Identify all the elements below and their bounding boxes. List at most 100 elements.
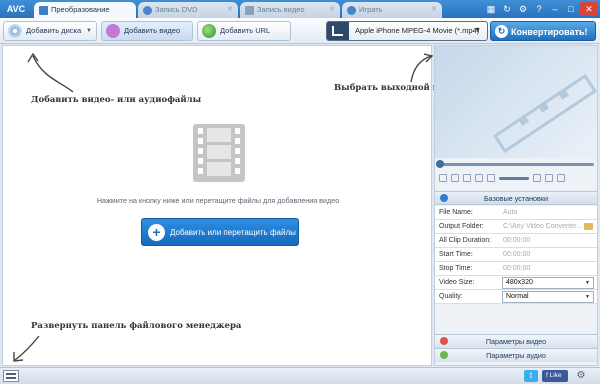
tab-convert[interactable]: Преобразование [34, 2, 136, 18]
profile-label: Apple iPhone MPEG-4 Movie (*.mp4) [355, 26, 480, 35]
play-icon [347, 6, 356, 15]
next-icon[interactable] [475, 174, 483, 182]
output-folder-value[interactable]: C:\Any Video Converter... [503, 220, 583, 234]
audio-params-label: Параметры аудио [486, 351, 546, 360]
setting-file-name: File Name: Auto [435, 206, 597, 220]
chevron-down-icon[interactable]: ▼ [474, 22, 481, 40]
tab-play[interactable]: Играть ✕ [342, 2, 442, 18]
profile-icon [327, 22, 349, 40]
status-bar: t f Like ⚙ [0, 367, 600, 384]
help-icon[interactable]: ? [532, 2, 546, 16]
add-video-button[interactable]: Добавить видео [101, 21, 193, 41]
file-manager-toggle[interactable] [3, 370, 19, 382]
tab-close-icon[interactable]: ✕ [329, 2, 335, 18]
video-size-select[interactable]: 480x320 ▼ [502, 277, 594, 289]
stop-icon[interactable] [451, 174, 459, 182]
basic-settings-header[interactable]: Базовые установки [435, 191, 597, 205]
setting-label: All Clip Duration: [439, 237, 492, 244]
hint-arrow-icon [410, 53, 434, 83]
quality-select[interactable]: Normal ▼ [502, 291, 594, 303]
hint-arrow-icon [27, 52, 74, 93]
duration-value: 00:00:00 [503, 237, 531, 244]
grid-icon[interactable]: ▦ [484, 2, 498, 16]
snapshot-icon[interactable] [533, 174, 541, 182]
tab-record[interactable]: Запись видео ✕ [240, 2, 340, 18]
start-time-value[interactable]: 00:00:00 [503, 248, 593, 262]
setting-all-clip-duration: All Clip Duration: 00:00:00 [435, 234, 597, 248]
tab-dvd[interactable]: Запись DVD ✕ [138, 2, 238, 18]
setting-label: Video Size: [439, 279, 475, 286]
basic-settings-label: Базовые установки [483, 194, 549, 203]
toolbar: Добавить диска ▼ Добавить видео Добавить… [0, 18, 600, 44]
video-params-label: Параметры видео [485, 337, 547, 346]
add-video-icon [106, 24, 120, 38]
disc-icon [8, 24, 22, 38]
file-list-area[interactable]: Добавить видео- или аудиофайлы Выбрать в… [2, 45, 570, 366]
record-icon [245, 6, 254, 15]
volume-icon[interactable] [487, 174, 495, 182]
volume-slider[interactable] [499, 176, 529, 180]
video-preview [435, 46, 597, 158]
add-files-label: Добавить или перетащить файлы [170, 228, 296, 237]
drop-instructions: Нажмите на кнопку ниже или перетащите фа… [96, 196, 340, 205]
hint-add-files: Добавить видео- или аудиофайлы [31, 95, 202, 105]
add-url-label: Добавить URL [220, 26, 271, 35]
chevron-down-icon[interactable]: ▼ [585, 278, 590, 288]
player-controls [435, 171, 597, 185]
window-controls: ▦ ↻ ⚙ ? – □ ✕ [484, 2, 598, 16]
folder-icon[interactable] [545, 174, 553, 182]
stop-time-value[interactable]: 00:00:00 [503, 262, 593, 276]
play-icon[interactable] [439, 174, 447, 182]
edit-icon[interactable] [557, 174, 565, 182]
convert-button[interactable]: ↻ Конвертировать! [490, 21, 596, 41]
globe-icon [202, 24, 216, 38]
app-logo: AVC [6, 4, 26, 14]
setting-output-folder: Output Folder: C:\Any Video Converter... [435, 220, 597, 234]
minimize-icon[interactable]: – [548, 2, 562, 16]
gear-icon[interactable]: ⚙ [574, 370, 588, 382]
video-size-value: 480x320 [506, 279, 533, 286]
film-icon [193, 124, 245, 182]
tab-close-icon[interactable]: ✕ [431, 2, 437, 18]
file-name-value[interactable]: Auto [503, 206, 593, 220]
refresh-icon[interactable]: ↻ [500, 2, 514, 16]
audio-params-header[interactable]: Параметры аудио [435, 348, 597, 362]
facebook-like-label: Like [549, 372, 562, 379]
setting-label: File Name: [439, 209, 473, 216]
add-or-drag-files-button[interactable]: + Добавить или перетащить файлы [141, 218, 299, 246]
add-video-label: Добавить видео [124, 26, 181, 35]
quality-value: Normal [506, 293, 529, 300]
settings-icon[interactable]: ⚙ [516, 2, 530, 16]
twitter-icon[interactable]: t [524, 370, 538, 382]
chevron-down-icon[interactable]: ▼ [86, 22, 92, 40]
facebook-like-button[interactable]: f Like [542, 370, 568, 382]
tab-close-icon[interactable]: ✕ [227, 2, 233, 18]
tab-label: Запись видео [257, 5, 305, 14]
output-profile-select[interactable]: Apple iPhone MPEG-4 Movie (*.mp4) ▼ [326, 21, 488, 41]
refresh-icon: ↻ [495, 25, 508, 38]
panel-icon [6, 373, 16, 379]
seek-bar[interactable] [436, 160, 594, 168]
audio-params-icon [440, 351, 448, 359]
seek-handle[interactable] [436, 160, 444, 168]
setting-label: Start Time: [439, 251, 473, 258]
maximize-icon[interactable]: □ [564, 2, 578, 16]
plus-icon: + [148, 224, 165, 241]
settings-icon [440, 194, 448, 202]
chevron-down-icon[interactable]: ▼ [585, 292, 590, 302]
add-disc-button[interactable]: Добавить диска ▼ [3, 21, 97, 41]
tab-label: Запись DVD [155, 5, 198, 14]
convert-label: Конвертировать! [511, 27, 588, 37]
video-params-icon [440, 337, 448, 345]
setting-label: Quality: [439, 293, 463, 300]
prev-icon[interactable] [463, 174, 471, 182]
setting-label: Stop Time: [439, 265, 473, 272]
right-panel: Базовые установки File Name: Auto Output… [434, 45, 598, 366]
close-icon[interactable]: ✕ [580, 2, 598, 16]
convert-icon [39, 6, 48, 15]
folder-icon[interactable] [584, 223, 593, 230]
video-params-header[interactable]: Параметры видео [435, 334, 597, 348]
add-url-button[interactable]: Добавить URL [197, 21, 291, 41]
setting-label: Output Folder: [439, 223, 484, 230]
tab-label: Играть [359, 5, 383, 14]
